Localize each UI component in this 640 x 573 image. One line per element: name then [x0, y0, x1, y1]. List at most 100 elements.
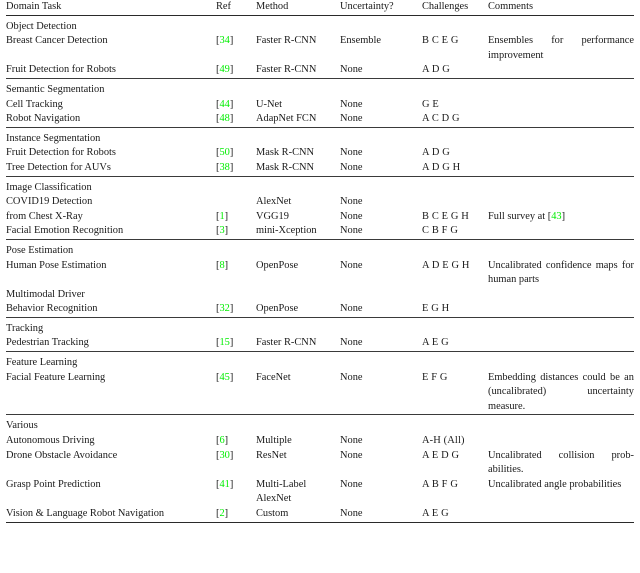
reference-citation[interactable]: [3]	[216, 225, 228, 236]
cell-domain-task-text: Multimodal Driver	[6, 288, 85, 300]
cell-comments	[488, 63, 634, 78]
cell-domain-task: Grasp Point Prediction	[6, 478, 216, 493]
reference-citation[interactable]: [30]	[216, 450, 233, 461]
table-bottom-rule-cell	[216, 521, 256, 525]
cell-method-text: VGG19	[256, 210, 289, 222]
cell-uncertainty: None	[340, 112, 422, 127]
reference-citation[interactable]: [32]	[216, 303, 233, 314]
ref-number[interactable]: 49	[219, 64, 229, 75]
cell-challenges-text: C B F G	[422, 225, 458, 237]
reference-citation[interactable]: [34]	[216, 35, 233, 46]
cell-uncertainty: None	[340, 478, 422, 493]
inline-ref-number[interactable]: 43	[551, 211, 561, 222]
cell-challenges-text: A E D G	[422, 449, 460, 461]
ref-number[interactable]: 48	[219, 113, 229, 124]
reference-citation[interactable]: [8]	[216, 260, 228, 271]
cell-uncertainty-text: None	[340, 303, 363, 315]
cell-comments-text	[488, 434, 634, 449]
reference-citation[interactable]: [41]	[216, 479, 233, 490]
ref-number[interactable]: 30	[219, 450, 229, 461]
cell-uncertainty: None	[340, 336, 422, 351]
cell-ref-text: [15]	[216, 336, 256, 351]
cell-comments-text	[488, 288, 634, 303]
cell-domain-task: Vision & Language Robot Navigation	[6, 507, 216, 522]
ref-number[interactable]: 44	[219, 99, 229, 110]
ref-number[interactable]: 41	[219, 479, 229, 490]
cell-challenges-text: A D E G H	[422, 259, 470, 271]
cell-comments	[488, 98, 634, 113]
cell-domain-task-text: Fruit Detection for Robots	[6, 147, 116, 159]
cell-comments	[488, 224, 634, 239]
table-bottom-rule-cell	[256, 521, 340, 525]
reference-citation[interactable]: [2]	[216, 508, 228, 519]
cell-method: Mask R-CNN	[256, 146, 340, 161]
cell-comments	[488, 112, 634, 127]
cell-domain-task: Behavior Recognition	[6, 302, 216, 317]
cell-uncertainty: None	[340, 98, 422, 113]
ref-number[interactable]: 34	[219, 35, 229, 46]
ref-number[interactable]: 38	[219, 162, 229, 173]
cell-ref: [49]	[216, 63, 256, 78]
cell-method: Multi-Label	[256, 478, 340, 493]
cell-method-text: AlexNet	[256, 196, 292, 208]
cell-uncertainty: None	[340, 195, 422, 210]
cell-comments-text	[488, 302, 634, 317]
cell-ref: [38]	[216, 161, 256, 176]
reference-citation[interactable]: [49]	[216, 64, 233, 75]
section-heading: Various	[6, 420, 38, 432]
cell-challenges: A E G	[422, 507, 488, 522]
cell-ref: [1]	[216, 210, 256, 225]
cell-ref: [15]	[216, 336, 256, 351]
cell-uncertainty-text: None	[340, 113, 363, 125]
cell-method: AdapNet FCN	[256, 112, 340, 127]
ref-number[interactable]: 45	[219, 372, 229, 383]
cell-comments	[488, 492, 634, 507]
table-row: Cell Tracking [44] U-Net None G E	[6, 98, 634, 113]
ref-bracket-close: ]	[224, 435, 229, 447]
cell-domain-task-text: Breast Cancer Detection	[6, 35, 108, 47]
cell-method-text: AdapNet FCN	[256, 113, 317, 125]
ref-number[interactable]: 32	[219, 303, 229, 314]
cell-ref: [45]	[216, 371, 256, 415]
reference-citation[interactable]: [6]	[216, 435, 228, 446]
cell-method-text: OpenPose	[256, 259, 299, 271]
reference-citation[interactable]: [50]	[216, 147, 233, 158]
cell-domain-task: Pedestrian Tracking	[6, 336, 216, 351]
cell-uncertainty: None	[340, 371, 422, 415]
cell-method-text: Mask R-CNN	[256, 161, 315, 173]
cell-ref-text: [8]	[216, 259, 256, 274]
cell-domain-task	[6, 492, 216, 507]
cell-method-text: Faster R-CNN	[256, 35, 317, 47]
section-heading: Object Detection	[6, 20, 77, 32]
cell-method: AlexNet	[256, 195, 340, 210]
cell-method-text: Custom	[256, 508, 289, 519]
cell-method-text: Faster R-CNN	[256, 64, 317, 76]
cell-comments: Full survey at [43]	[488, 210, 634, 225]
reference-citation[interactable]: [48]	[216, 113, 233, 124]
reference-citation[interactable]: [15]	[216, 337, 233, 348]
reference-citation[interactable]: [44]	[216, 99, 233, 110]
cell-domain-task-text: Fruit Detection for Robots	[6, 64, 116, 76]
cell-comments-text	[488, 161, 634, 176]
ref-number[interactable]: 50	[219, 147, 229, 158]
cell-domain-task-text: COVID19 Detection	[6, 196, 93, 208]
reference-citation[interactable]: [1]	[216, 211, 228, 222]
reference-citation[interactable]: [45]	[216, 372, 233, 383]
cell-method: Faster R-CNN	[256, 336, 340, 351]
reference-citation[interactable]: [38]	[216, 162, 233, 173]
cell-challenges-text: A C D G	[422, 113, 460, 125]
section-heading-row: Instance Segmentation	[6, 132, 634, 147]
cell-ref: [41]	[216, 478, 256, 493]
cell-ref-text: [1]	[216, 210, 256, 225]
cell-method: Custom	[256, 507, 340, 522]
cell-method-text: Faster R-CNN	[256, 337, 317, 349]
cell-domain-task: Human Pose Estimation	[6, 259, 216, 288]
cell-domain-task-text: Human Pose Estimation	[6, 259, 107, 271]
cell-challenges-text: E G H	[422, 303, 450, 315]
cell-domain-task-text: Vision & Language Robot Navigation	[6, 508, 165, 519]
table-row: Facial Emotion Recognition [3] mini-Xcepti…	[6, 224, 634, 239]
cell-method: Faster R-CNN	[256, 34, 340, 63]
ref-number[interactable]: 15	[219, 337, 229, 348]
cell-method-text: U-Net	[256, 98, 282, 110]
survey-table-container: Domain Task Ref Method Uncertainty? Chal…	[0, 0, 640, 525]
